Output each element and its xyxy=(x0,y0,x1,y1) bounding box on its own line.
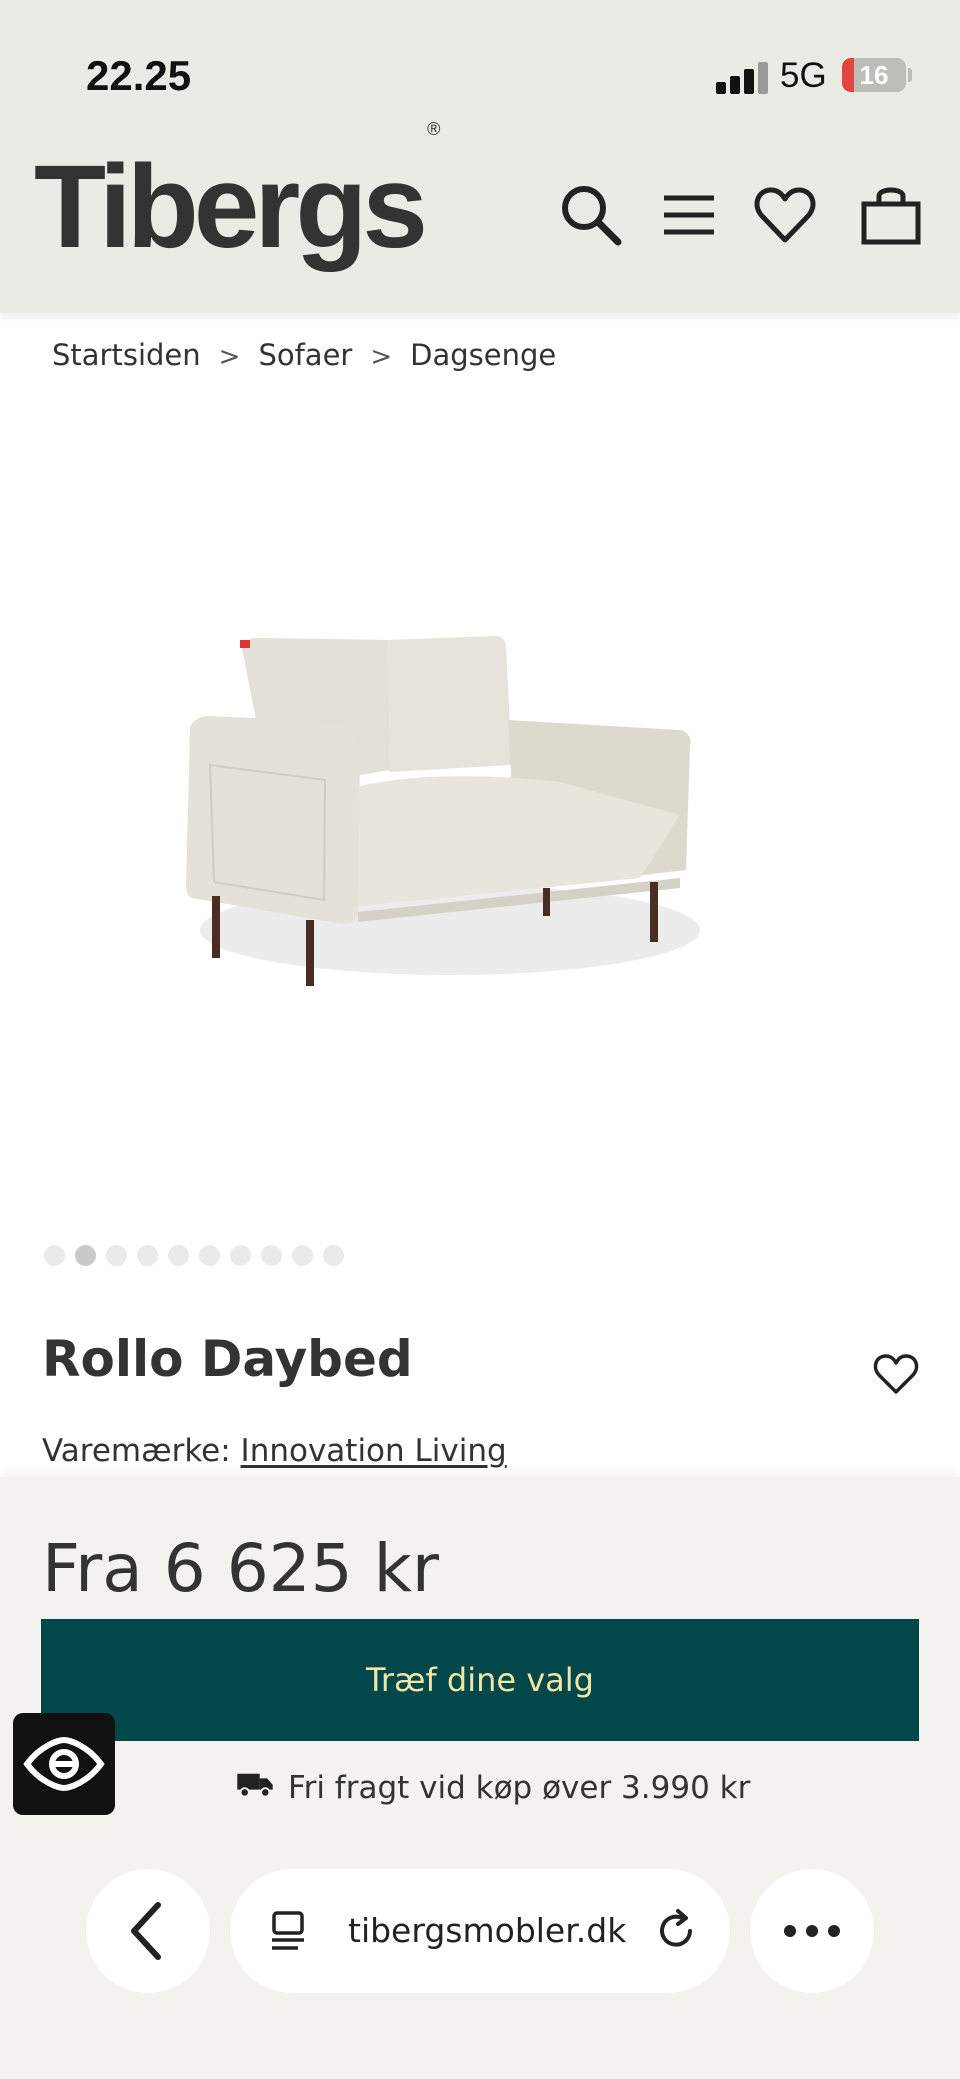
product-title: Rollo Daybed xyxy=(42,1330,413,1388)
gallery-dot[interactable] xyxy=(106,1245,127,1266)
gallery-dot[interactable] xyxy=(199,1245,220,1266)
signal-icon xyxy=(716,62,768,94)
breadcrumb-item-sofaer[interactable]: Sofaer xyxy=(258,338,352,372)
browser-back-button[interactable] xyxy=(86,1869,210,1993)
browser-more-button[interactable] xyxy=(750,1869,874,1993)
reload-icon[interactable] xyxy=(652,1907,700,1959)
breadcrumb-item-home[interactable]: Startsiden xyxy=(52,338,201,372)
gallery-dot[interactable] xyxy=(230,1245,251,1266)
shipping-info: Fri fragt vid køp øver 3.990 kr xyxy=(236,1770,750,1806)
menu-icon[interactable] xyxy=(656,182,722,248)
gallery-dot[interactable] xyxy=(137,1245,158,1266)
site-header: 22.25 5G 16 Tibergs® xyxy=(0,0,960,313)
product-image[interactable] xyxy=(120,560,740,1020)
breadcrumb-separator: > xyxy=(218,342,241,372)
truck-icon xyxy=(236,1770,274,1806)
battery-level: 16 xyxy=(859,60,889,90)
heart-icon[interactable] xyxy=(752,182,818,248)
chevron-left-icon xyxy=(131,1902,161,1960)
brand-label: Varemærke: xyxy=(42,1433,231,1469)
accessibility-eye-icon[interactable] xyxy=(13,1713,115,1815)
gallery-dot[interactable] xyxy=(323,1245,344,1266)
url-text: tibergsmobler.dk xyxy=(348,1911,627,1950)
search-icon[interactable] xyxy=(558,182,624,248)
brand-link[interactable]: Innovation Living xyxy=(241,1433,507,1469)
gallery-dot[interactable] xyxy=(44,1245,65,1266)
site-logo[interactable]: Tibergs® xyxy=(34,120,440,266)
shipping-text: Fri fragt vid køp øver 3.990 kr xyxy=(288,1770,751,1806)
url-bar[interactable]: tibergsmobler.dk xyxy=(230,1869,730,1993)
gallery-dot[interactable] xyxy=(75,1245,96,1266)
gallery-dot[interactable] xyxy=(168,1245,189,1266)
breadcrumb: Startsiden > Sofaer > Dagsenge xyxy=(52,338,556,372)
product-price: Fra 6 625 kr xyxy=(42,1530,439,1607)
battery-icon: 16 xyxy=(842,58,906,92)
brand-line: Varemærke: Innovation Living xyxy=(42,1433,507,1469)
status-time: 22.25 xyxy=(86,52,192,99)
favorite-heart-icon[interactable] xyxy=(872,1350,920,1398)
network-type: 5G xyxy=(780,56,827,95)
gallery-pagination xyxy=(44,1245,344,1266)
gallery-dot[interactable] xyxy=(261,1245,282,1266)
bag-icon[interactable] xyxy=(858,182,924,248)
more-icon xyxy=(784,1925,840,1937)
reader-icon[interactable] xyxy=(268,1909,312,1957)
breadcrumb-item-dagsenge[interactable]: Dagsenge xyxy=(410,338,556,372)
gallery-dot[interactable] xyxy=(292,1245,313,1266)
choose-options-button[interactable]: Træf dine valg xyxy=(41,1619,919,1741)
breadcrumb-separator: > xyxy=(370,342,393,372)
